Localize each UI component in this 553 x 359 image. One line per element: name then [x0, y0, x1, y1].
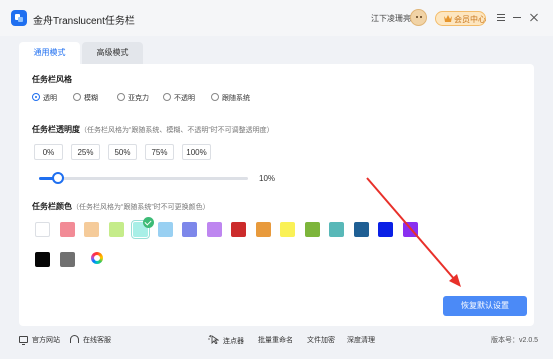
- mouse-pointer-icon: [208, 335, 219, 344]
- footer-bar: 官方网站 在线客服 连点器 批量重命名 文件加密 深度清理 版本号：v2.0.5: [0, 331, 553, 351]
- file-encrypt-link[interactable]: 文件加密: [307, 335, 335, 345]
- monitor-icon: [19, 336, 28, 345]
- batch-rename-link[interactable]: 批量重命名: [258, 335, 293, 345]
- version-text: 版本号：v2.0.5: [491, 337, 539, 344]
- headset-icon: [70, 335, 79, 343]
- official-site-link[interactable]: 官方网站: [19, 335, 60, 345]
- clicker-link[interactable]: 连点器: [208, 335, 244, 346]
- annotation-arrow: [366, 177, 461, 287]
- deep-clean-link[interactable]: 深度清理: [347, 335, 375, 345]
- online-service-link[interactable]: 在线客服: [70, 335, 111, 345]
